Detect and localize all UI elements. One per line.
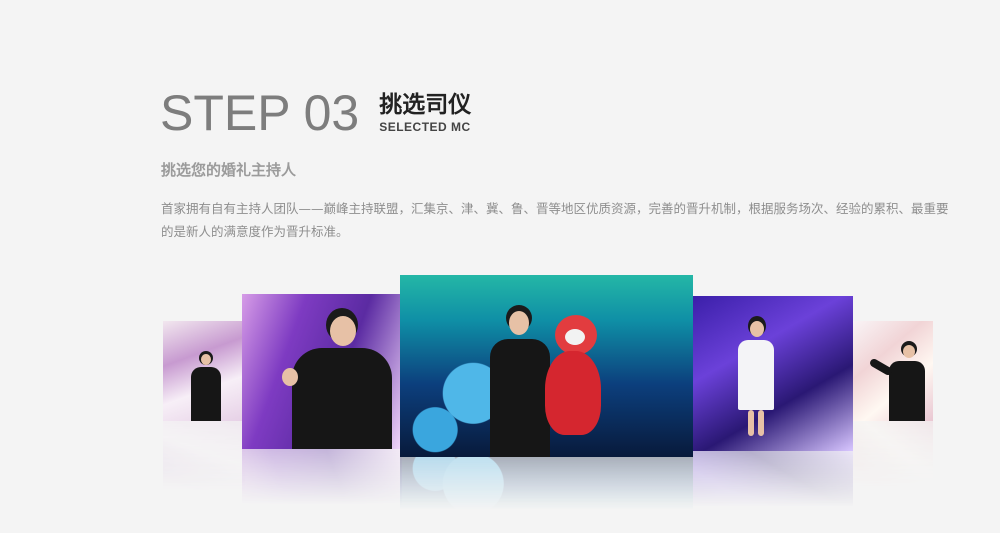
mc-photo-5[interactable] (853, 321, 933, 421)
mc-figure (191, 351, 221, 421)
step-number: STEP 03 (160, 85, 360, 141)
step-title-english: SELECTED MC (379, 120, 471, 134)
mc-figure (490, 305, 550, 457)
mc-photo-4[interactable] (693, 296, 853, 451)
mc-photo-2[interactable] (242, 294, 402, 449)
mc-figure (282, 308, 392, 449)
section-subtitle: 挑选您的婚礼主持人 (161, 161, 297, 179)
mc-photo-3[interactable] (400, 275, 693, 457)
step-header: STEP 03 挑选司仪 SELECTED MC (160, 88, 471, 138)
photo-reflection (242, 449, 402, 529)
photo-reflection (163, 421, 245, 521)
mc-figure (868, 341, 925, 421)
mascot-figure (545, 315, 605, 435)
step-title-chinese: 挑选司仪 (379, 92, 472, 118)
photo-reflection (853, 421, 933, 521)
step-title-block: 挑选司仪 SELECTED MC (379, 92, 471, 134)
mc-figure (738, 316, 774, 436)
photo-reflection (400, 457, 693, 533)
mc-photo-1[interactable] (163, 321, 245, 421)
mc-photo-gallery (0, 270, 1000, 533)
section-description: 首家拥有自有主持人团队——巅峰主持联盟，汇集京、津、冀、鲁、晋等地区优质资源，完… (161, 201, 949, 239)
photo-reflection (693, 451, 853, 531)
